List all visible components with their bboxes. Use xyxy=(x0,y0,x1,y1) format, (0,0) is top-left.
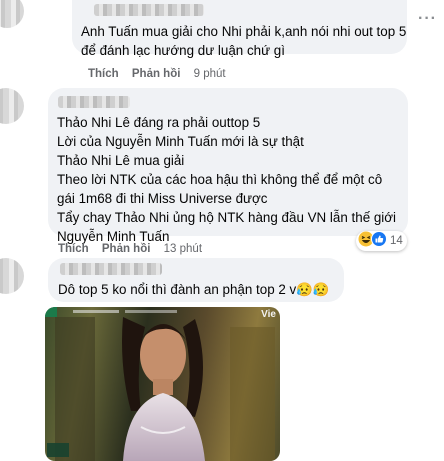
comment-actions: Thích Phản hồi 9 phút xyxy=(88,68,226,80)
commenter-name[interactable] xyxy=(58,96,130,108)
reply-button[interactable]: Phản hồi xyxy=(102,243,151,255)
comment-timestamp[interactable]: 13 phút xyxy=(164,243,202,255)
video-frame xyxy=(45,307,275,461)
comment-timestamp[interactable]: 9 phút xyxy=(194,68,226,80)
more-options-icon[interactable]: ··· xyxy=(418,10,437,28)
comment-text: Lời của Nguyễn Minh Tuấn mới là sự thật xyxy=(57,134,304,149)
like-reaction-icon xyxy=(371,230,387,252)
comment-text: gái 1m68 đi thi Miss Universe được xyxy=(57,191,268,206)
reaction-count: 14 xyxy=(390,235,403,247)
comment-text: Thảo Nhi Lê đáng ra phải outtop 5 xyxy=(57,115,261,130)
commenter-avatar[interactable] xyxy=(0,0,24,28)
comment-text: Tẩy chay Thảo Nhi ủng hộ NTK hàng đầu VN… xyxy=(57,210,397,225)
video-attachment[interactable]: Vie xyxy=(45,307,280,461)
commenter-name[interactable] xyxy=(60,263,162,275)
comment-text: để đánh lạc hướng dư luận chứ gì xyxy=(81,43,285,58)
comment-text: Thảo Nhi Lê mua giải xyxy=(57,153,185,168)
comment-text: Theo lời NTK của các hoa hậu thì không t… xyxy=(57,172,383,187)
reaction-summary[interactable]: 14 xyxy=(356,230,407,252)
comment-text: Dô top 5 ko nổi thì đành an phận top 2 v… xyxy=(58,282,330,297)
channel-watermark: Vie xyxy=(261,309,276,320)
comment-text: Anh Tuấn mua giải cho Nhi phải k,anh nói… xyxy=(81,24,407,39)
like-button[interactable]: Thích xyxy=(88,68,119,80)
commenter-avatar[interactable] xyxy=(0,88,24,124)
comment-actions: Thích Phản hồi 13 phút xyxy=(58,243,202,255)
reply-button[interactable]: Phản hồi xyxy=(132,68,181,80)
commenter-avatar[interactable] xyxy=(0,258,24,294)
like-button[interactable]: Thích xyxy=(58,243,89,255)
commenter-name[interactable] xyxy=(94,4,204,16)
